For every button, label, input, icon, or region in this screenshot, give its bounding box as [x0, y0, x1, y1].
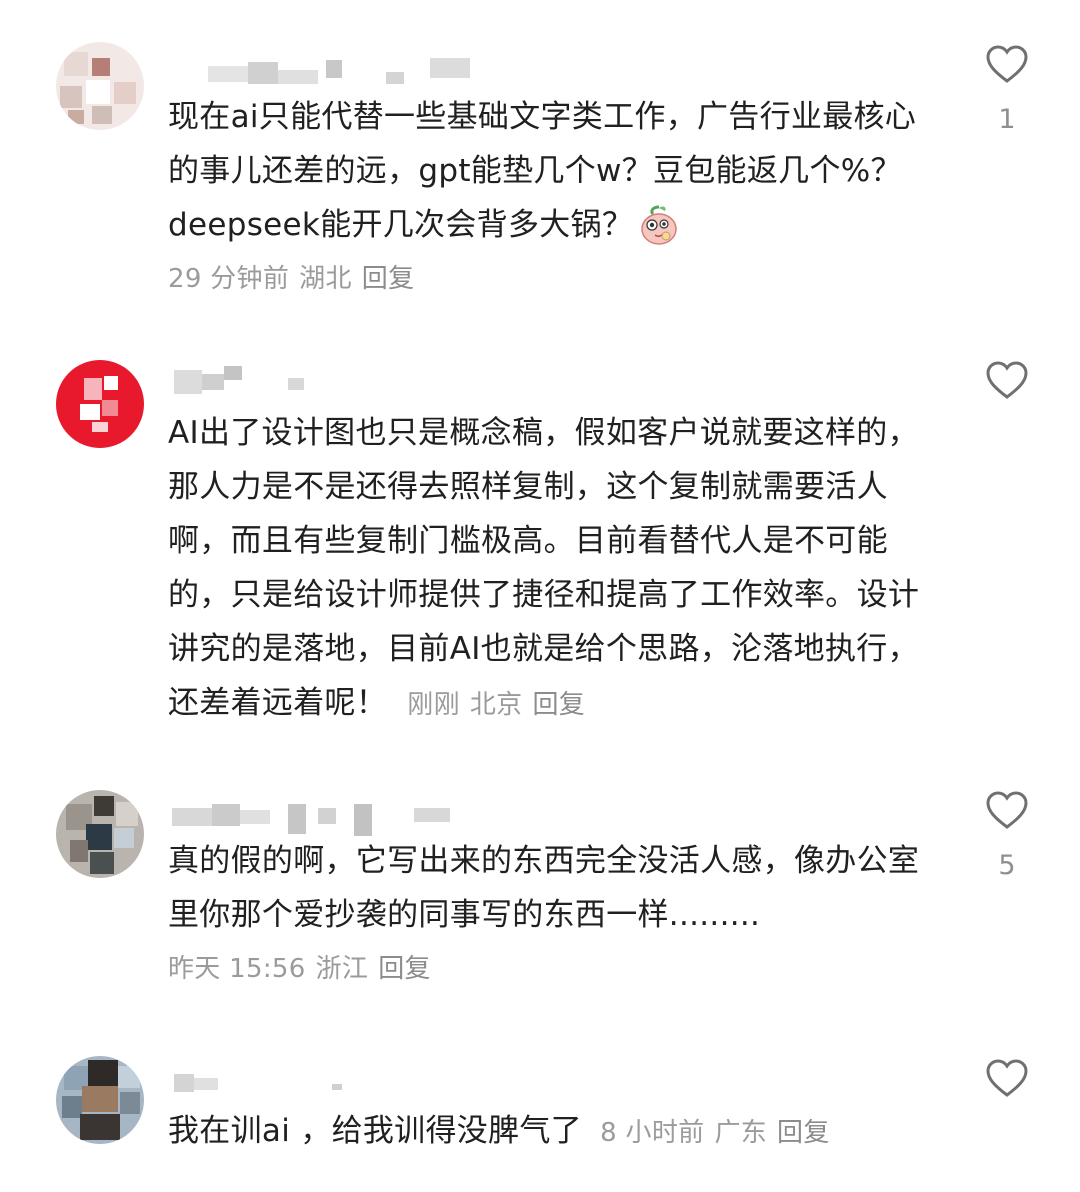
- comment-location: 北京: [469, 690, 523, 720]
- comment-meta: 8 小时前 广东 回复: [600, 1118, 840, 1148]
- avatar[interactable]: [56, 360, 144, 448]
- like-button[interactable]: 1: [978, 44, 1036, 136]
- comment-location: 广东: [714, 1118, 768, 1148]
- heart-outline-icon[interactable]: [985, 790, 1029, 830]
- peach-face-emoji-icon: [639, 203, 679, 245]
- comment-text: 真的假的啊，它写出来的东西完全没活人感，像办公室里你那个爱抄袭的同事写的东西一样…: [168, 843, 920, 933]
- like-count: 5: [998, 850, 1016, 881]
- heart-outline-icon[interactable]: [985, 1058, 1029, 1098]
- comment-location: 浙江: [315, 954, 369, 984]
- comment-time: 昨天 15:56: [168, 954, 306, 984]
- like-button[interactable]: [978, 360, 1036, 452]
- avatar[interactable]: [56, 790, 144, 878]
- comment-body: 现在ai只能代替一些基础文字类工作，广告行业最核心的事儿还差的远，gpt能垫几个…: [168, 90, 928, 306]
- heart-outline-icon[interactable]: [985, 44, 1029, 84]
- comment-body: 我在训ai ，给我训得没脾气了 8 小时前 广东 回复: [168, 1104, 928, 1160]
- like-count: 1: [998, 104, 1016, 135]
- comment-meta: 昨天 15:56 浙江 回复: [168, 942, 928, 996]
- comment-text: 现在ai只能代替一些基础文字类工作，广告行业最核心的事儿还差的远，gpt能垫几个…: [168, 99, 917, 243]
- reply-button[interactable]: 回复: [378, 954, 431, 984]
- username-blurred[interactable]: [168, 1066, 528, 1102]
- username-blurred[interactable]: [168, 800, 528, 836]
- comment-text: AI出了设计图也只是概念稿，假如客户说就要这样的，那人力是不是还得去照样复制，这…: [168, 415, 920, 721]
- comment-time: 8 小时前: [600, 1118, 705, 1148]
- comment-body: 真的假的啊，它写出来的东西完全没活人感，像办公室里你那个爱抄袭的同事写的东西一样…: [168, 834, 928, 996]
- like-button[interactable]: 5: [978, 790, 1036, 882]
- like-count: [978, 420, 1036, 452]
- comment-meta: 29 分钟前 湖北 回复: [168, 252, 928, 306]
- like-button[interactable]: [978, 1058, 1036, 1150]
- comment-time: 29 分钟前: [168, 264, 290, 294]
- avatar[interactable]: [56, 1056, 144, 1144]
- reply-button[interactable]: 回复: [532, 690, 585, 720]
- username-blurred[interactable]: [168, 56, 528, 92]
- comment-body: AI出了设计图也只是概念稿，假如客户说就要这样的，那人力是不是还得去照样复制，这…: [168, 406, 928, 732]
- comment-text: 我在训ai ，给我训得没脾气了: [168, 1113, 582, 1149]
- avatar[interactable]: [56, 42, 144, 130]
- comment-time: 刚刚: [407, 690, 460, 720]
- like-count: [978, 1118, 1036, 1150]
- comment-location: 湖北: [299, 264, 352, 294]
- reply-button[interactable]: 回复: [362, 264, 415, 294]
- username-blurred[interactable]: [168, 364, 528, 400]
- comment-meta: 刚刚 北京 回复: [407, 690, 595, 720]
- heart-outline-icon[interactable]: [985, 360, 1029, 400]
- reply-button[interactable]: 回复: [777, 1118, 830, 1148]
